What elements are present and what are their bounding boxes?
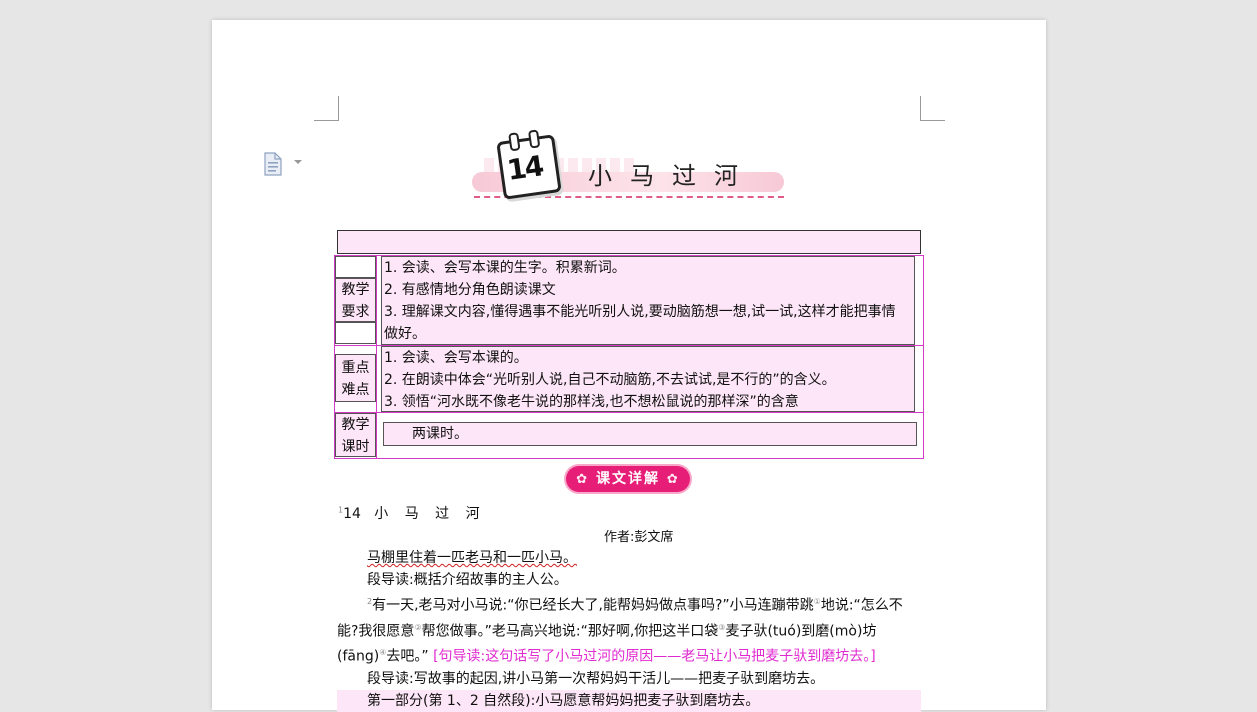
paragraph-text: 帮您做事。”老马高兴地说:“那好啊,你把这半口袋	[421, 623, 719, 640]
table-caption-row	[337, 230, 921, 254]
table-line: 3. 领悟“河水既不像老牛说的那样浅,也不想松鼠说的那样深”的含意	[384, 394, 799, 410]
heading-number: 14	[343, 506, 361, 522]
lesson-title: 小马过河	[588, 162, 756, 190]
note-mark: ①	[813, 597, 821, 606]
sentence-guide: [句导读:这句话写了小马过河的原因——老马让小马把麦子驮到磨坊去。]	[433, 648, 876, 665]
section-badge: ✿ 课文详解 ✿	[566, 466, 690, 492]
label-line: 教学	[341, 282, 370, 298]
requirements-content: 1. 会读、会写本课的生字。积累新词。 2. 有感情地分角色朗读课文 3. 理解…	[381, 256, 915, 345]
star-icon: ✿	[576, 472, 590, 487]
row-divider	[335, 412, 923, 413]
row-label-key-points: 重点 难点	[335, 346, 377, 412]
paragraph-text: 马棚里住着一匹老马和一匹小马。	[367, 550, 577, 566]
label-line: 课时	[341, 439, 370, 455]
calendar-icon: 14	[496, 129, 562, 200]
chevron-down-icon	[294, 160, 302, 164]
lesson-plan-table: 教学 要求 1. 会读、会写本课的生字。积累新词。 2. 有感情地分角色朗读课文…	[334, 255, 924, 459]
crop-mark-top-left	[314, 96, 339, 121]
label-line: 难点	[341, 382, 370, 398]
heading-title: 小 马 过 河	[374, 506, 486, 522]
lesson-title-banner: 14 小马过河	[470, 128, 788, 200]
key-points-content: 1. 会读、会写本课的。 2. 在朗读中体会“光听别人说,自己不动脑筋,不去试试…	[381, 346, 915, 412]
label-line: 重点	[341, 360, 370, 376]
paragraph-1: 马棚里住着一匹老马和一匹小马。	[337, 547, 921, 569]
document-page: 14 小马过河 教学 要求 1. 会读、会写本课的生字。积累新词。 2. 有感情…	[212, 20, 1046, 712]
table-line: 1. 会读、会写本课的生字。积累新词。	[384, 260, 626, 276]
table-line: 2. 在朗读中体会“光听别人说,自己不动脑筋,不去试试,是不行的”的含义。	[384, 372, 836, 388]
story-body: 马棚里住着一匹老马和一匹小马。 段导读:概括介绍故事的主人公。 2有一天,老马对…	[337, 547, 921, 712]
paragraph-text: 去吧。”	[386, 648, 429, 665]
paragraph-text: 有一天,老马对小马说:“你已经长大了,能帮妈妈做点事吗?”小马连蹦带跳	[372, 597, 814, 614]
table-line: 1. 会读、会写本课的。	[384, 350, 528, 366]
paragraph-2: 2有一天,老马对小马说:“你已经长大了,能帮妈妈做点事吗?”小马连蹦带跳①地说:…	[337, 591, 921, 668]
label-line: 教学	[341, 417, 370, 433]
text-heading: 114 小 马 过 河	[338, 503, 486, 523]
paragraph-2-guide: 段导读:写故事的起因,讲小马第一次帮妈妈干活儿——把麦子驮到磨坊去。	[367, 670, 825, 687]
row-label-requirements: 教学 要求	[335, 256, 377, 345]
star-icon: ✿	[666, 472, 680, 487]
document-options-icon[interactable]	[262, 152, 302, 176]
paragraph-text: 麦子驮(tuó)到磨(mò)	[725, 623, 863, 640]
label-line: 要求	[341, 304, 370, 320]
table-line: 两课时。	[412, 426, 468, 442]
part-1-summary: 第一部分(第 1、2 自然段):小马愿意帮妈妈把麦子驮到磨坊去。	[337, 689, 921, 712]
table-line: 做好。	[384, 326, 426, 342]
table-line: 2. 有感情地分角色朗读课文	[384, 282, 556, 298]
row-label-class-hours: 教学 课时	[335, 413, 377, 458]
crop-mark-top-right	[920, 96, 945, 121]
lesson-number: 14	[504, 149, 545, 187]
author-line: 作者:彭文席	[604, 530, 674, 545]
class-hours-content: 两课时。	[383, 422, 917, 446]
paragraph-text: 地说:“怎	[820, 597, 875, 614]
paragraph-1-guide: 段导读:概括介绍故事的主人公。	[367, 572, 568, 588]
note-mark: ②	[414, 622, 422, 632]
table-line: 3. 理解课文内容,懂得遇事不能光听别人说,要动脑筋想一想,试一试,这样才能把事…	[384, 304, 896, 320]
section-badge-label: 课文详解	[596, 471, 660, 487]
